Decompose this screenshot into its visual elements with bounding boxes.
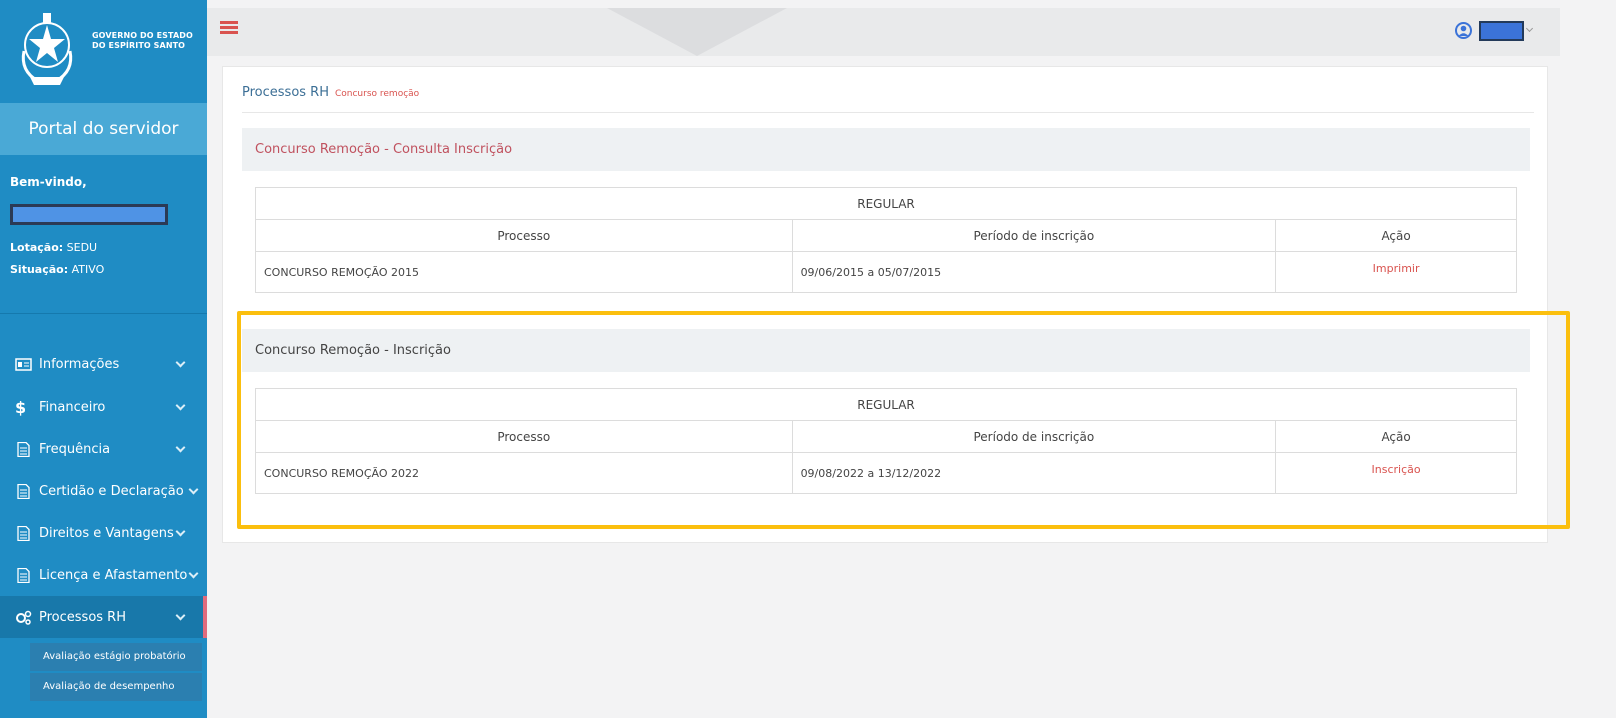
document-icon [17,525,30,541]
column-header-acao: Ação [1275,420,1517,453]
chevron-down-icon [188,568,199,579]
sidebar-item-label: Informações [39,356,120,372]
table-row: CONCURSO REMOÇÃO 2022 09/08/2022 a 13/12… [255,452,1517,494]
column-header-acao: Ação [1275,219,1517,252]
chevron-down-icon [175,400,186,411]
sidebar-item-label: Direitos e Vantagens [39,525,174,541]
column-header-processo: Processo [255,420,793,453]
sidebar-item-frequencia[interactable]: Frequência [0,428,207,470]
top-bar-background [207,8,1560,56]
cell-periodo: 09/08/2022 a 13/12/2022 [791,452,1277,494]
user-menu-redacted[interactable] [1479,21,1524,41]
chevron-down-icon [175,526,186,537]
submenu-avaliacao-estagio[interactable]: Avaliação estágio probatório [30,643,202,671]
column-header-periodo: Período de inscrição [791,219,1277,252]
chevron-down-icon [175,357,186,368]
user-circle-icon[interactable] [1455,22,1472,39]
sidebar-item-certidao[interactable]: Certidão e Declaração [0,470,207,512]
document-icon [17,567,30,583]
section-inscricao-title: Concurso Remoção - Inscrição [242,329,1530,372]
column-header-periodo: Período de inscrição [791,420,1277,453]
logo-area: GOVERNO DO ESTADO DO ESPÍRITO SANTO [0,0,207,103]
submenu-avaliacao-desempenho[interactable]: Avaliação de desempenho [30,673,202,701]
portal-title[interactable]: Portal do servidor [0,103,207,155]
sidebar-item-direitos[interactable]: Direitos e Vantagens [0,512,207,554]
document-icon [17,441,30,457]
inscricao-link[interactable]: Inscrição [1275,452,1517,494]
section-consulta-title: Concurso Remoção - Consulta Inscrição [242,128,1530,171]
situacao-label: Situação: [10,263,69,276]
sidebar: GOVERNO DO ESTADO DO ESPÍRITO SANTO Port… [0,0,207,718]
breadcrumb: Concurso remoção [334,89,420,99]
state-emblem-icon [21,13,73,85]
cell-processo: CONCURSO REMOÇÃO 2015 [255,251,793,293]
table-row: CONCURSO REMOÇÃO 2015 09/06/2015 a 05/07… [255,251,1517,293]
sidebar-item-label: Frequência [39,441,111,457]
sidebar-item-informacoes[interactable]: Informações [0,343,207,385]
hamburger-menu-icon[interactable] [220,21,238,35]
sidebar-item-processos-rh[interactable]: Processos RH [0,596,207,638]
table-group-header: REGULAR [255,388,1517,421]
main-panel: Processos RH Concurso remoção Concurso Re… [222,66,1548,543]
lotacao-label: Lotação: [10,241,64,254]
page-title: Processos RH Concurso remoção [242,85,419,100]
welcome-label: Bem-vindo, [10,175,87,189]
cell-periodo: 09/06/2015 a 05/07/2015 [791,251,1277,293]
chevron-down-icon [188,484,199,495]
gears-icon [16,610,32,625]
table-group-header: REGULAR [255,187,1517,220]
heading-divider [242,112,1534,113]
situacao-line: Situação: ATIVO [10,263,104,276]
column-header-processo: Processo [255,219,793,252]
lotacao-value: SEDU [66,241,98,254]
imprimir-link[interactable]: Imprimir [1275,251,1517,293]
sidebar-item-label: Processos RH [39,609,126,625]
top-bar-decoration [607,8,787,56]
lotacao-line: Lotação: SEDU [10,241,97,254]
cell-processo: CONCURSO REMOÇÃO 2022 [255,452,793,494]
sidebar-item-label: Financeiro [39,399,106,415]
chevron-down-icon [175,442,186,453]
sidebar-item-financeiro[interactable]: $ Financeiro [0,386,207,428]
sidebar-item-licenca[interactable]: Licença e Afastamento [0,554,207,596]
dollar-icon: $ [15,397,27,417]
top-bar [207,0,1616,56]
document-icon [17,483,30,499]
sidebar-divider [0,313,207,314]
chevron-down-icon [175,610,186,621]
government-name: GOVERNO DO ESTADO DO ESPÍRITO SANTO [92,31,193,51]
id-card-icon [15,357,32,371]
sidebar-item-label: Licença e Afastamento [39,567,188,583]
situacao-value: ATIVO [71,263,105,276]
page-title-text: Processos RH [242,85,329,100]
user-name-redacted [10,204,168,225]
gov-line-2: DO ESPÍRITO SANTO [92,41,186,50]
sidebar-item-label: Certidão e Declaração [39,483,184,499]
consulta-table: REGULAR Processo Período de inscrição Aç… [255,187,1517,293]
gov-line-1: GOVERNO DO ESTADO [92,31,193,40]
inscricao-table: REGULAR Processo Período de inscrição Aç… [255,388,1517,494]
